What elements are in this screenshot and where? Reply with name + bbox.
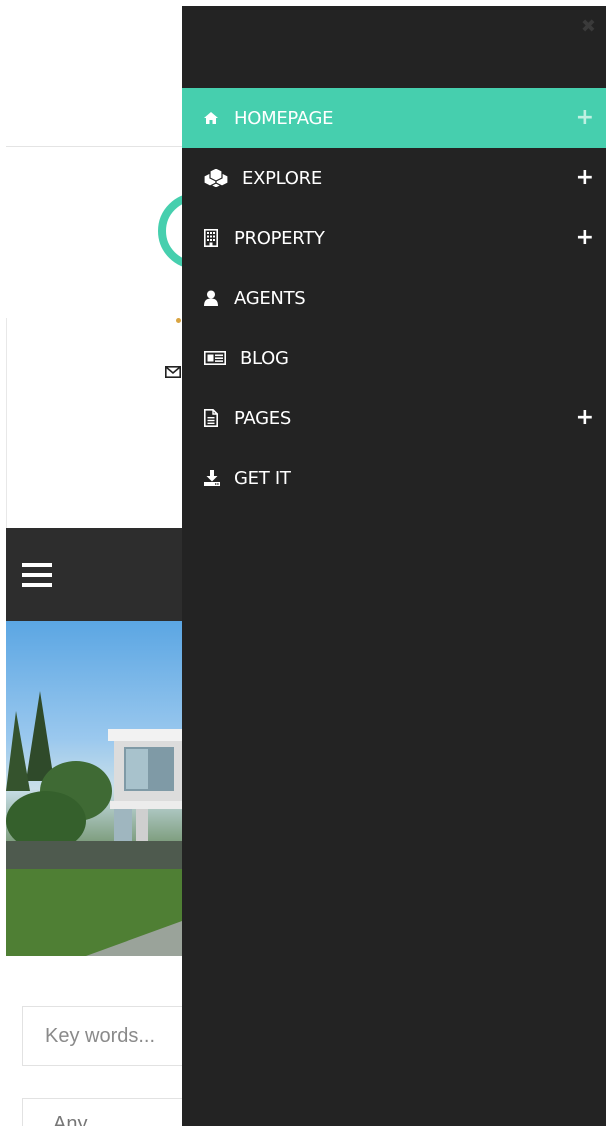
- menu-item-property[interactable]: PROPERTY +: [182, 208, 606, 268]
- menu-label-homepage: HOMEPAGE: [234, 107, 334, 129]
- menu-item-blog[interactable]: BLOG: [182, 328, 606, 388]
- hamburger-menu-icon[interactable]: [22, 563, 52, 587]
- menu-item-pages[interactable]: PAGES +: [182, 388, 606, 448]
- menu-label-get-it: GET IT: [234, 467, 291, 489]
- menu-item-agents[interactable]: AGENTS: [182, 268, 606, 328]
- menu-label-pages: PAGES: [234, 407, 291, 429]
- cubes-icon: [204, 169, 234, 187]
- decorative-dot: [176, 318, 181, 323]
- download-icon: [204, 469, 226, 487]
- plus-icon[interactable]: +: [576, 167, 594, 189]
- menu-label-agents: AGENTS: [234, 287, 306, 309]
- file-icon: [204, 409, 226, 427]
- newspaper-icon: [204, 349, 232, 367]
- mobile-nav-bar: [6, 528, 182, 621]
- header-border: [6, 318, 7, 528]
- user-icon: [204, 289, 226, 307]
- close-icon[interactable]: ✖: [581, 18, 596, 36]
- plus-icon[interactable]: +: [576, 407, 594, 429]
- side-drawer-menu: ✖ HOMEPAGE + EXPLORE + PROPERTY + AGENTS…: [182, 6, 606, 1126]
- page: Any ✖ HOMEPAGE +: [0, 0, 606, 1126]
- menu-label-explore: EXPLORE: [242, 167, 322, 189]
- home-icon: [204, 109, 226, 127]
- header-divider: [6, 146, 182, 147]
- mail-icon: [165, 366, 181, 378]
- menu-label-property: PROPERTY: [234, 227, 325, 249]
- plus-icon[interactable]: +: [576, 227, 594, 249]
- menu-item-homepage[interactable]: HOMEPAGE +: [182, 88, 606, 148]
- hero-image: [6, 621, 182, 956]
- drawer-nav-list: HOMEPAGE + EXPLORE + PROPERTY + AGENTS B…: [182, 88, 606, 508]
- menu-item-get-it[interactable]: GET IT: [182, 448, 606, 508]
- menu-item-explore[interactable]: EXPLORE +: [182, 148, 606, 208]
- building-icon: [204, 229, 226, 247]
- plus-icon[interactable]: +: [576, 107, 594, 129]
- menu-label-blog: BLOG: [240, 347, 289, 369]
